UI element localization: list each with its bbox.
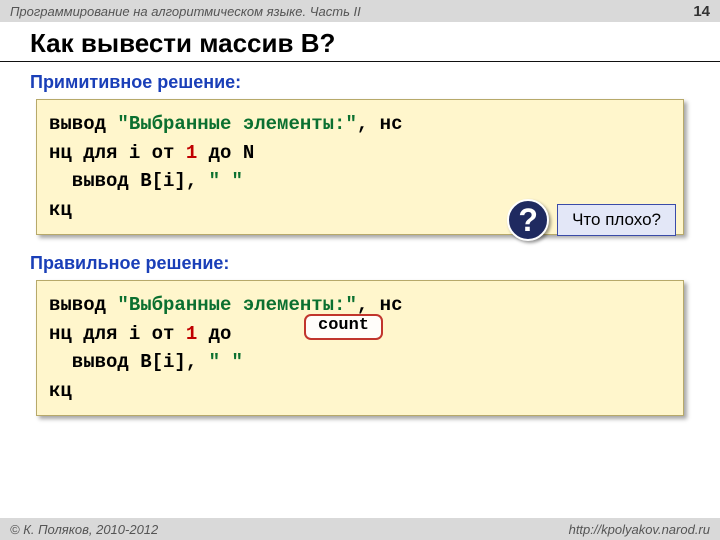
- code-block-2: вывод "Выбранные элементы:", нс нц для i…: [36, 280, 684, 416]
- callout-text: Что плохо?: [557, 204, 676, 236]
- footer-bar: © К. Поляков, 2010-2012 http://kpolyakov…: [0, 518, 720, 540]
- code-line: вывод "Выбранные элементы:", нс: [49, 110, 671, 139]
- page-title: Как вывести массив B?: [0, 22, 720, 62]
- code-line: кц: [49, 377, 671, 406]
- count-annotation: count: [304, 314, 383, 340]
- callout: ? Что плохо?: [507, 199, 676, 241]
- code-line: нц для i от 1 до N: [49, 139, 671, 168]
- question-mark-icon: ?: [507, 199, 549, 241]
- code-line: вывод B[i], " ": [49, 167, 671, 196]
- course-name: Программирование на алгоритмическом язык…: [10, 4, 361, 19]
- header-bar: Программирование на алгоритмическом язык…: [0, 0, 720, 22]
- section2-label: Правильное решение:: [0, 249, 720, 280]
- slide-number: 14: [693, 3, 710, 20]
- copyright: © К. Поляков, 2010-2012: [10, 522, 158, 537]
- code-line: вывод B[i], " ": [49, 348, 671, 377]
- section1-label: Примитивное решение:: [0, 68, 720, 99]
- footer-url: http://kpolyakov.narod.ru: [569, 522, 710, 537]
